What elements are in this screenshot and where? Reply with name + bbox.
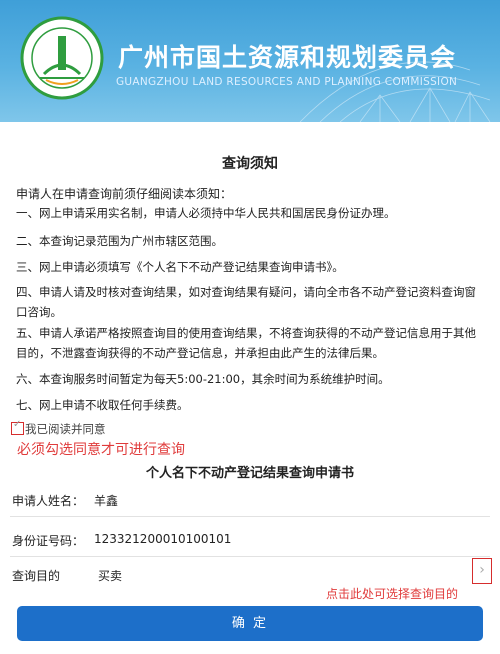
id-label: 身份证号码： bbox=[12, 534, 85, 548]
notice-intro: 申请人在申请查询前须仔细阅读本须知： bbox=[16, 187, 233, 201]
agree-label[interactable]: 我已阅读并同意 bbox=[25, 421, 106, 437]
divider bbox=[10, 556, 490, 557]
notice-item: 二、本查询记录范围为广州市辖区范围。 bbox=[16, 234, 223, 248]
org-title: 广州市国土资源和规划委员会 bbox=[118, 43, 457, 72]
notice-title: 查询须知 bbox=[222, 156, 278, 172]
header-banner: 广州市国土资源和规划委员会 GUANGZHOU LAND RESOURCES A… bbox=[0, 0, 500, 122]
purpose-select[interactable]: 买卖 bbox=[98, 567, 122, 584]
form-title: 个人名下不动产登记结果查询申请书 bbox=[145, 466, 354, 481]
notice-item: 四、申请人请及时核对查询结果，如对查询结果有疑问，请向全市各不动产登记资料查询窗… bbox=[16, 285, 476, 319]
agree-hint-annotation: 必须勾选同意才可进行查询 bbox=[17, 442, 185, 458]
confirm-button[interactable]: 确 定 bbox=[17, 606, 483, 641]
notice-item: 五、申请人承诺严格按照查询目的使用查询结果，不将查询获得的不动产登记信息用于其他… bbox=[16, 326, 476, 360]
purpose-label: 查询目的 bbox=[12, 569, 61, 583]
chevron-right-icon[interactable]: › bbox=[472, 558, 492, 584]
notice-item: 七、网上申请不收取任何手续费。 bbox=[16, 398, 189, 412]
notice-item: 一、网上申请采用实名制，申请人必须持中华人民共和国居民身份证办理。 bbox=[16, 206, 396, 220]
purpose-hint-annotation: 点击此处可选择查询目的 bbox=[326, 587, 459, 601]
name-label: 申请人姓名： bbox=[12, 494, 85, 508]
divider bbox=[10, 516, 490, 517]
notice-item: 六、本查询服务时间暂定为每天5:00-21:00，其余时间为系统维护时间。 bbox=[16, 372, 390, 386]
id-number-field[interactable]: 123321200010100101 bbox=[94, 532, 231, 546]
notice-item: 三、网上申请必须填写《个人名下不动产登记结果查询申请书》。 bbox=[16, 260, 344, 274]
commission-logo-icon bbox=[20, 16, 104, 100]
agree-checkbox[interactable]: ✓ bbox=[11, 419, 24, 435]
name-field[interactable]: 羊鑫 bbox=[94, 492, 118, 509]
check-icon: ✓ bbox=[13, 419, 22, 430]
org-subtitle: GUANGZHOU LAND RESOURCES AND PLANNING CO… bbox=[116, 76, 458, 88]
